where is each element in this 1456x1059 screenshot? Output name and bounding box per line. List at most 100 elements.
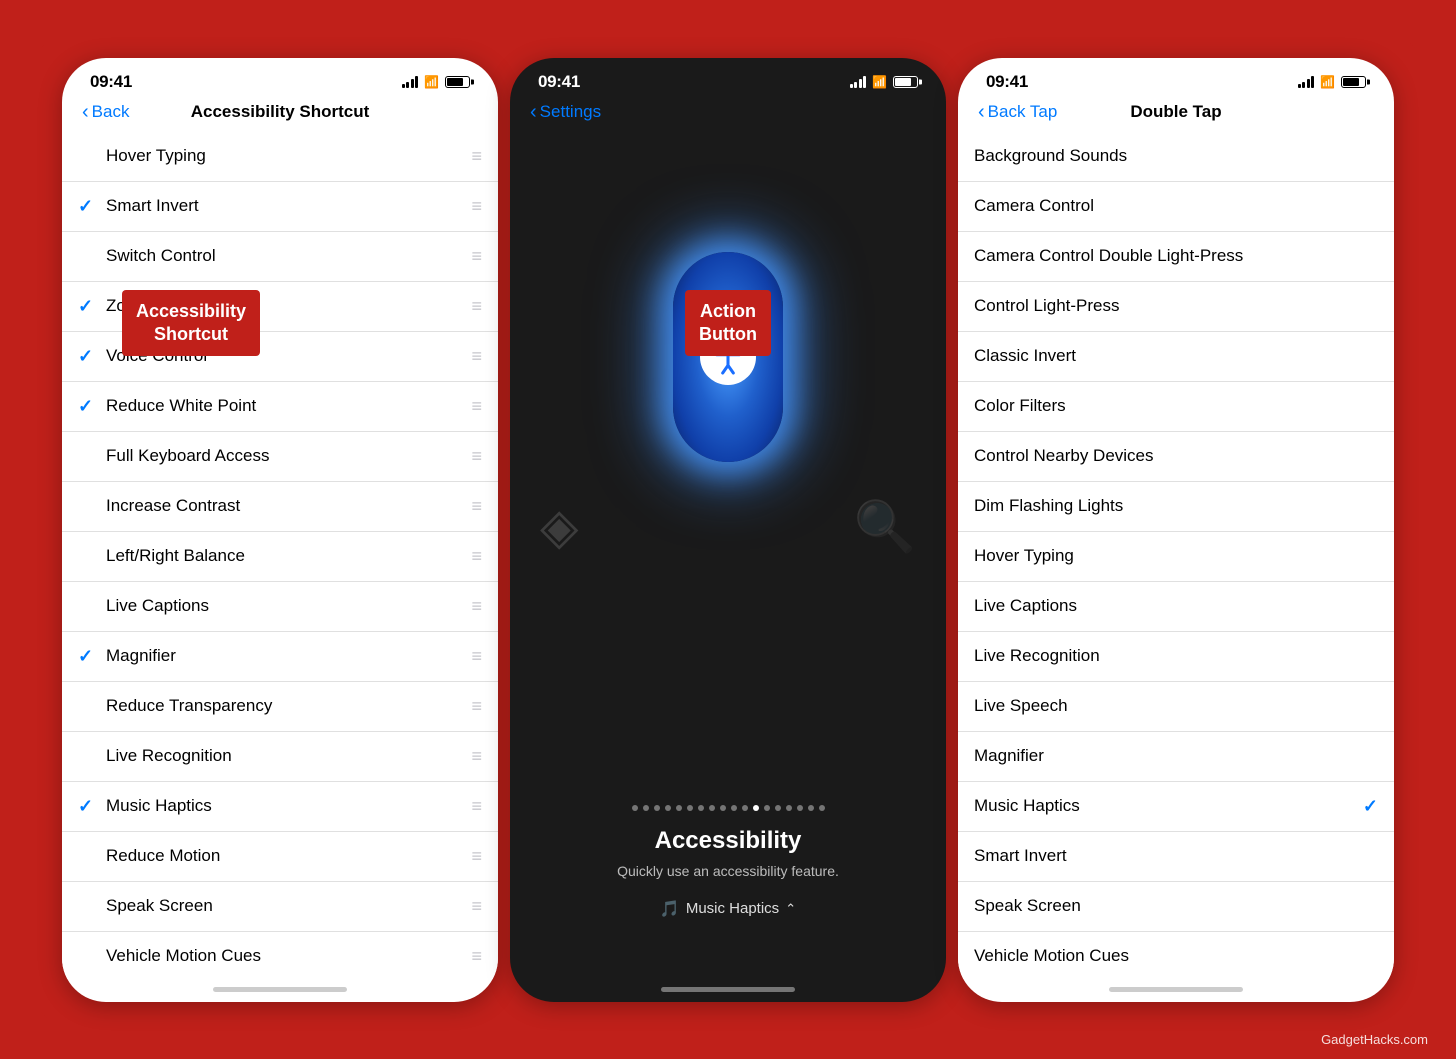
list-item-left-8[interactable]: Left/Right Balance ≡ xyxy=(62,532,498,582)
drag-handle-left-15[interactable]: ≡ xyxy=(471,896,482,917)
drag-handle-left-4[interactable]: ≡ xyxy=(471,346,482,367)
drag-handle-left-11[interactable]: ≡ xyxy=(471,696,482,717)
item-label-left-14: Reduce Motion xyxy=(106,846,471,866)
drag-handle-left-13[interactable]: ≡ xyxy=(471,796,482,817)
drag-handle-left-14[interactable]: ≡ xyxy=(471,846,482,867)
page-dot-7 xyxy=(709,805,715,811)
item-label-right-13: Music Haptics xyxy=(974,796,1363,816)
page-dot-2 xyxy=(654,805,660,811)
back-chevron-right: ‹ xyxy=(978,102,985,122)
phone-middle: 09:41 📶 ‹ Settings Action xyxy=(510,58,946,1002)
red-label-middle: ActionButton xyxy=(685,290,771,357)
nav-bar-left: ‹ Back Accessibility Shortcut xyxy=(62,98,498,132)
red-label-left: AccessibilityShortcut xyxy=(122,290,260,357)
list-item-left-5[interactable]: ✓ Reduce White Point ≡ xyxy=(62,382,498,432)
nav-bar-middle: ‹ Settings xyxy=(510,98,946,132)
back-button-right[interactable]: ‹ Back Tap xyxy=(978,102,1057,122)
list-item-right-5[interactable]: Color Filters xyxy=(958,382,1394,432)
page-dot-8 xyxy=(720,805,726,811)
list-item-left-2[interactable]: Switch Control ≡ xyxy=(62,232,498,282)
list-item-right-13[interactable]: Music Haptics ✓ xyxy=(958,782,1394,832)
check-icon-left-1: ✓ xyxy=(78,196,106,217)
list-item-left-6[interactable]: Full Keyboard Access ≡ xyxy=(62,432,498,482)
list-item-right-1[interactable]: Camera Control xyxy=(958,182,1394,232)
nav-title-right: Double Tap xyxy=(1130,102,1221,122)
list-item-left-13[interactable]: ✓ Music Haptics ≡ xyxy=(62,782,498,832)
item-label-left-16: Vehicle Motion Cues xyxy=(106,946,471,966)
drag-handle-left-9[interactable]: ≡ xyxy=(471,596,482,617)
list-item-right-4[interactable]: Classic Invert xyxy=(958,332,1394,382)
page-dot-16 xyxy=(808,805,814,811)
back-label-left: Back xyxy=(92,102,130,122)
action-footer-chevron: ⌃ xyxy=(785,901,796,917)
list-item-right-6[interactable]: Control Nearby Devices xyxy=(958,432,1394,482)
check-icon-left-5: ✓ xyxy=(78,396,106,417)
list-item-left-15[interactable]: Speak Screen ≡ xyxy=(62,882,498,932)
action-screen: Accessibility Quickly use an accessibili… xyxy=(510,132,946,979)
page-dot-9 xyxy=(731,805,737,811)
drag-handle-left-8[interactable]: ≡ xyxy=(471,546,482,567)
list-item-right-10[interactable]: Live Recognition xyxy=(958,632,1394,682)
status-bar-right: 09:41 📶 xyxy=(958,58,1394,98)
list-item-right-15[interactable]: Speak Screen xyxy=(958,882,1394,932)
list-item-left-16[interactable]: Vehicle Motion Cues ≡ xyxy=(62,932,498,979)
item-label-right-6: Control Nearby Devices xyxy=(974,446,1378,466)
page-dot-1 xyxy=(643,805,649,811)
status-time-left: 09:41 xyxy=(90,72,132,92)
list-item-right-11[interactable]: Live Speech xyxy=(958,682,1394,732)
wifi-icon-right: 📶 xyxy=(1320,75,1335,89)
drag-handle-left-6[interactable]: ≡ xyxy=(471,446,482,467)
drag-handle-left-0[interactable]: ≡ xyxy=(471,146,482,167)
drag-handle-left-10[interactable]: ≡ xyxy=(471,646,482,667)
list-item-right-16[interactable]: Vehicle Motion Cues xyxy=(958,932,1394,979)
item-label-left-7: Increase Contrast xyxy=(106,496,471,516)
list-item-right-7[interactable]: Dim Flashing Lights xyxy=(958,482,1394,532)
list-item-right-9[interactable]: Live Captions xyxy=(958,582,1394,632)
home-indicator-right xyxy=(1109,987,1243,992)
back-button-left[interactable]: ‹ Back xyxy=(82,102,129,122)
item-label-left-5: Reduce White Point xyxy=(106,396,471,416)
drag-handle-left-7[interactable]: ≡ xyxy=(471,496,482,517)
item-label-left-12: Live Recognition xyxy=(106,746,471,766)
item-label-right-16: Vehicle Motion Cues xyxy=(974,946,1378,966)
list-item-left-7[interactable]: Increase Contrast ≡ xyxy=(62,482,498,532)
item-label-left-8: Left/Right Balance xyxy=(106,546,471,566)
list-item-right-2[interactable]: Camera Control Double Light-Press xyxy=(958,232,1394,282)
action-button-glow xyxy=(673,252,783,462)
list-item-right-12[interactable]: Magnifier xyxy=(958,732,1394,782)
phone-left: 09:41 📶 ‹ Back Accessibility Short xyxy=(62,58,498,1002)
signal-icon-right xyxy=(1298,76,1315,88)
list-item-left-0[interactable]: Hover Typing ≡ xyxy=(62,132,498,182)
list-item-right-8[interactable]: Hover Typing xyxy=(958,532,1394,582)
list-item-right-0[interactable]: Background Sounds xyxy=(958,132,1394,182)
item-label-right-5: Color Filters xyxy=(974,396,1378,416)
list-item-left-12[interactable]: Live Recognition ≡ xyxy=(62,732,498,782)
list-item-right-14[interactable]: Smart Invert xyxy=(958,832,1394,882)
item-label-right-14: Smart Invert xyxy=(974,846,1378,866)
check-icon-right-13: ✓ xyxy=(1363,796,1378,817)
item-label-right-12: Magnifier xyxy=(974,746,1378,766)
item-label-left-1: Smart Invert xyxy=(106,196,471,216)
signal-icon-middle xyxy=(850,76,867,88)
nav-title-left: Accessibility Shortcut xyxy=(191,102,370,122)
drag-handle-left-12[interactable]: ≡ xyxy=(471,746,482,767)
item-label-right-0: Background Sounds xyxy=(974,146,1378,166)
drag-handle-left-5[interactable]: ≡ xyxy=(471,396,482,417)
drag-handle-left-2[interactable]: ≡ xyxy=(471,246,482,267)
item-label-left-15: Speak Screen xyxy=(106,896,471,916)
list-item-left-11[interactable]: Reduce Transparency ≡ xyxy=(62,682,498,732)
back-button-middle[interactable]: ‹ Settings xyxy=(530,102,601,122)
list-item-left-14[interactable]: Reduce Motion ≡ xyxy=(62,832,498,882)
item-label-left-2: Switch Control xyxy=(106,246,471,266)
drag-handle-left-3[interactable]: ≡ xyxy=(471,296,482,317)
list-item-right-3[interactable]: Control Light-Press xyxy=(958,282,1394,332)
battery-icon-left xyxy=(445,76,470,88)
list-item-left-1[interactable]: ✓ Smart Invert ≡ xyxy=(62,182,498,232)
drag-handle-left-1[interactable]: ≡ xyxy=(471,196,482,217)
action-subtitle: Quickly use an accessibility feature. xyxy=(617,863,839,879)
drag-handle-left-16[interactable]: ≡ xyxy=(471,946,482,967)
item-label-right-11: Live Speech xyxy=(974,696,1378,716)
back-chevron-left: ‹ xyxy=(82,102,89,122)
list-item-left-10[interactable]: ✓ Magnifier ≡ xyxy=(62,632,498,682)
list-item-left-9[interactable]: Live Captions ≡ xyxy=(62,582,498,632)
